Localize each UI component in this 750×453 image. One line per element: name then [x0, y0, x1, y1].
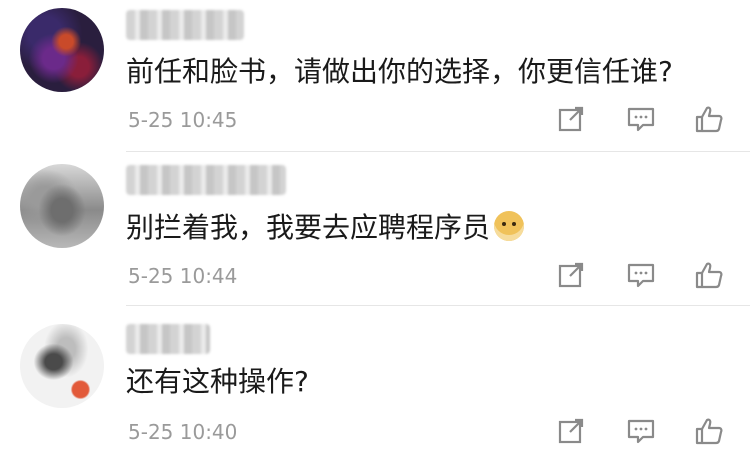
- comment-time: 5-25 10:44: [128, 264, 238, 288]
- comment-item: 前任和脸书，请做出你的选择，你更信任谁? 5-25 10:45: [0, 0, 750, 150]
- reply-button[interactable]: [626, 416, 656, 446]
- username-redacted[interactable]: [126, 10, 244, 40]
- avatar[interactable]: [20, 8, 104, 92]
- like-icon: [695, 418, 723, 445]
- reply-icon: [627, 263, 655, 288]
- comment-text: 前任和脸书，请做出你的选择，你更信任谁?: [126, 55, 673, 88]
- avatar[interactable]: [20, 324, 104, 408]
- comment-text-row: 别拦着我，我要去应聘程序员: [126, 210, 525, 246]
- comment-item: 还有这种操作? 5-25 10:40: [0, 306, 750, 453]
- reply-button[interactable]: [626, 104, 656, 134]
- share-icon: [558, 418, 584, 444]
- share-button[interactable]: [556, 416, 586, 446]
- reply-icon: [627, 107, 655, 132]
- reply-icon: [627, 419, 655, 444]
- like-button[interactable]: [694, 104, 724, 134]
- like-button[interactable]: [694, 416, 724, 446]
- share-icon: [558, 262, 584, 288]
- share-button[interactable]: [556, 104, 586, 134]
- like-icon: [695, 262, 723, 289]
- comment-time: 5-25 10:45: [128, 108, 238, 132]
- share-button[interactable]: [556, 260, 586, 290]
- avatar[interactable]: [20, 164, 104, 248]
- like-button[interactable]: [694, 260, 724, 290]
- username-redacted[interactable]: [126, 165, 286, 195]
- comment-item: 别拦着我，我要去应聘程序员 5-25 10:44: [0, 152, 750, 302]
- share-icon: [558, 106, 584, 132]
- comment-text: 别拦着我，我要去应聘程序员: [126, 211, 491, 244]
- reply-button[interactable]: [626, 260, 656, 290]
- comment-text: 还有这种操作?: [126, 365, 309, 398]
- comment-time: 5-25 10:40: [128, 420, 238, 444]
- username-redacted[interactable]: [126, 324, 210, 354]
- like-icon: [695, 106, 723, 133]
- doge-emoji-icon: [494, 211, 525, 241]
- comment-list: 前任和脸书，请做出你的选择，你更信任谁? 5-25 10:45 别拦着我，我要去…: [0, 0, 750, 453]
